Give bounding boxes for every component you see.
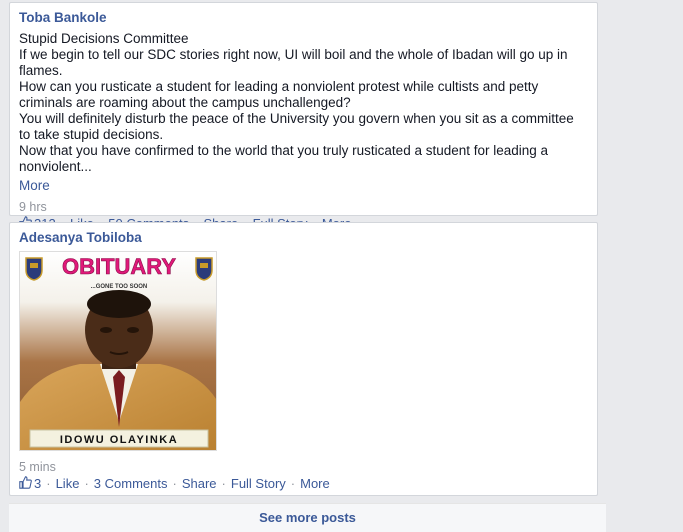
post-timestamp: 9 hrs <box>19 200 47 214</box>
post-author[interactable]: Toba Bankole <box>19 9 588 26</box>
separator-dot: · <box>84 476 89 491</box>
post-text-line: Now that you have confirmed to the world… <box>19 143 549 174</box>
like-button[interactable]: Like <box>56 476 80 492</box>
thumbs-up-icon <box>19 476 32 489</box>
separator-dot: · <box>46 476 51 491</box>
obituary-image: OBITUARY ...GONE TOO SOON IDOWU OLAYINKA <box>20 252 216 450</box>
post-author[interactable]: Adesanya Tobiloba <box>19 229 588 246</box>
post-text-line: If we begin to tell our SDC stories righ… <box>19 47 568 78</box>
full-story-link[interactable]: Full Story <box>231 476 286 492</box>
crest-icon-left <box>25 257 43 281</box>
post-card: Adesanya Tobiloba OBITUARY ...GONE TOO S… <box>9 222 598 496</box>
likes-count: 3 <box>34 476 42 491</box>
see-more-posts-button[interactable]: See more posts <box>9 503 606 532</box>
post-text-line: You will definitely disturb the peace of… <box>19 111 574 142</box>
post-timestamp: 5 mins <box>19 460 56 474</box>
separator-dot: · <box>290 476 296 491</box>
more-actions-link[interactable]: More <box>300 476 330 492</box>
separator-dot: · <box>172 476 177 491</box>
post-photo[interactable]: OBITUARY ...GONE TOO SOON IDOWU OLAYINKA <box>19 251 217 451</box>
obituary-name: IDOWU OLAYINKA <box>60 434 178 446</box>
comments-link[interactable]: 3 Comments <box>94 476 168 492</box>
post-text-line: How can you rusticate a student for lead… <box>19 79 539 110</box>
post-actions: 3 · Like · 3 Comments · Share · Full Sto… <box>19 476 588 492</box>
obituary-title: OBITUARY <box>62 254 176 279</box>
share-button[interactable]: Share <box>182 476 217 492</box>
crest-icon-right <box>195 257 213 281</box>
post-text: Stupid Decisions Committee If we begin t… <box>19 31 588 175</box>
separator-dot: · <box>221 476 226 491</box>
see-more-text-link[interactable]: More <box>19 178 50 194</box>
post-card: Toba Bankole Stupid Decisions Committee … <box>9 2 598 231</box>
post-text-line: Stupid Decisions Committee <box>19 31 189 46</box>
page-background-right <box>606 0 683 531</box>
obituary-subtitle: ...GONE TOO SOON <box>91 284 148 290</box>
likes-count-link[interactable]: 3 <box>19 476 41 492</box>
